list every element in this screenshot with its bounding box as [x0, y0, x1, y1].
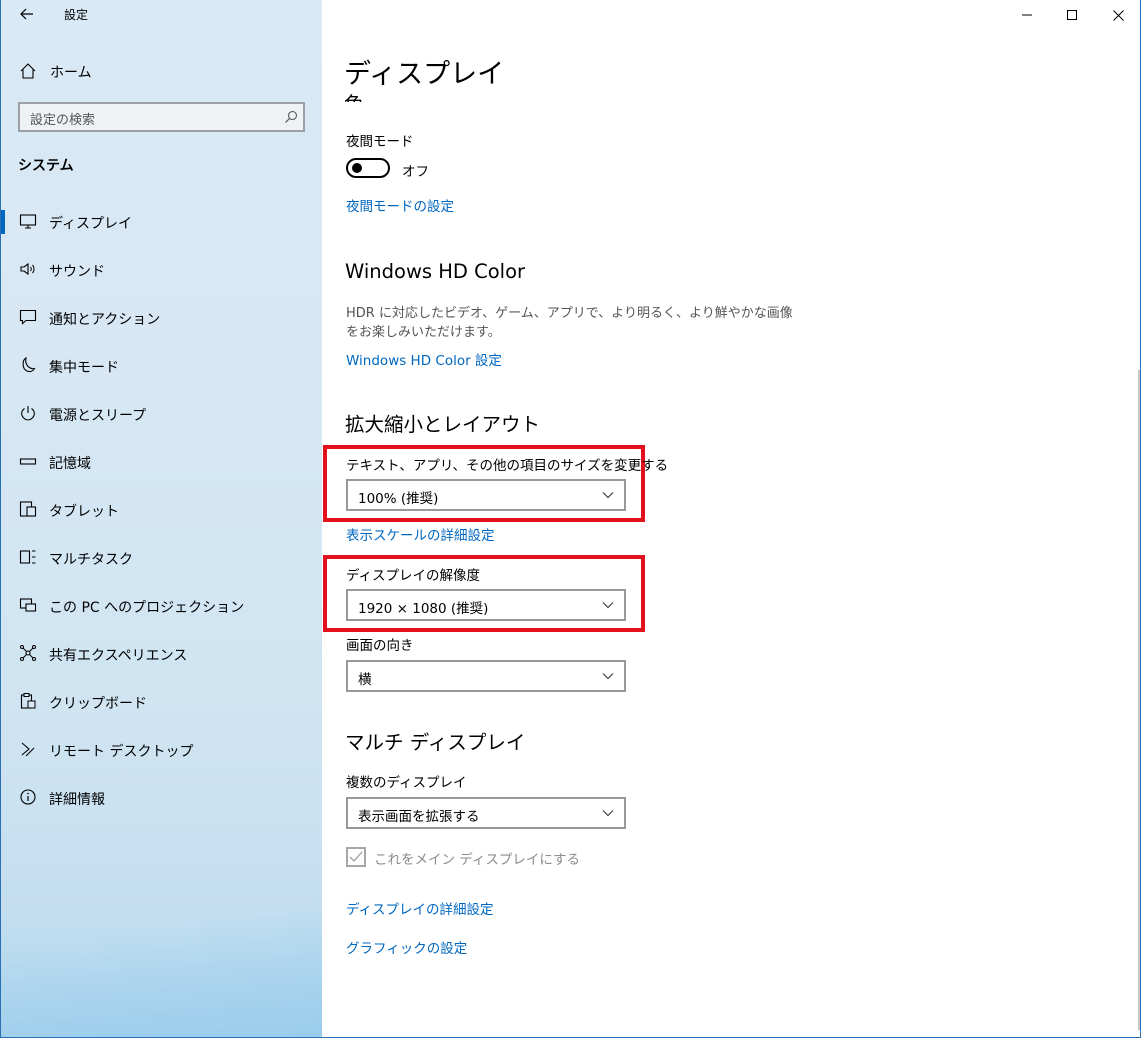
night-mode-toggle[interactable] [346, 158, 390, 178]
sidebar-item-projection[interactable]: この PC へのプロジェクション [1, 586, 322, 626]
chevron-down-icon [602, 673, 614, 680]
resolution-dropdown[interactable]: 1920 × 1080 (推奨) [346, 589, 626, 621]
graphics-settings-link[interactable]: グラフィックの設定 [346, 937, 467, 957]
tablet-icon [19, 501, 37, 517]
arrow-left-icon [20, 8, 33, 20]
active-indicator [1, 210, 5, 234]
sidebar-item-tablet[interactable]: タブレット [1, 490, 322, 530]
projection-icon [19, 598, 37, 612]
multi-display-label: 複数のディスプレイ [346, 775, 467, 791]
sidebar-item-focus-assist[interactable]: 集中モード [1, 346, 322, 386]
toggle-knob [352, 163, 362, 173]
sidebar-item-about[interactable]: 詳細情報 [1, 778, 322, 818]
moon-icon [22, 356, 36, 373]
power-icon [21, 406, 35, 421]
sidebar-item-label: 詳細情報 [49, 792, 105, 808]
text-size-value: 100% (推奨) [358, 491, 439, 507]
page-title: ディスプレイ [344, 59, 505, 90]
home-icon [20, 63, 36, 79]
scale-layout-heading: 拡大縮小とレイアウト [345, 413, 541, 436]
app-title: 設定 [64, 8, 89, 22]
sidebar-item-label: 通知とアクション [49, 312, 161, 328]
speaker-icon [20, 262, 35, 276]
search-input[interactable]: 設定の検索 [30, 109, 95, 128]
orientation-label: 画面の向き [346, 638, 414, 654]
main-content: ディスプレイ 色 夜間モード オフ 夜間モードの設定 Windows HD Co… [322, 0, 1140, 1037]
resolution-label: ディスプレイの解像度 [346, 568, 481, 584]
sidebar-background-glare [1, 898, 322, 1037]
orientation-dropdown[interactable]: 横 [346, 660, 626, 692]
text-size-label: テキスト、アプリ、その他の項目のサイズを変更する [346, 458, 669, 474]
sidebar-item-label: 電源とスリープ [49, 408, 147, 424]
section-heading-color: 色 [344, 88, 364, 102]
advanced-display-settings-link[interactable]: ディスプレイの詳細設定 [346, 898, 494, 918]
sidebar-item-power-sleep[interactable]: 電源とスリープ [1, 394, 322, 434]
search-box[interactable]: 設定の検索 [18, 102, 305, 132]
sidebar-item-label: 記憶域 [49, 456, 91, 472]
notification-icon [19, 309, 37, 325]
sidebar-item-label: ディスプレイ [49, 216, 133, 232]
search-icon [285, 110, 298, 123]
main-display-checkbox-label: これをメイン ディスプレイにする [374, 852, 580, 868]
advanced-scaling-link[interactable]: 表示スケールの詳細設定 [346, 524, 495, 544]
remote-desktop-icon [21, 742, 35, 757]
sidebar-item-label: マルチタスク [49, 552, 133, 568]
sidebar-item-label: 集中モード [49, 360, 119, 376]
multitask-icon [19, 550, 36, 564]
sidebar-item-remote-desktop[interactable]: リモート デスクトップ [1, 730, 322, 770]
multi-display-dropdown[interactable]: 表示画面を拡張する [346, 797, 626, 829]
sidebar-item-label: リモート デスクトップ [49, 744, 194, 760]
hdr-settings-link[interactable]: Windows HD Color 設定 [346, 349, 502, 369]
sidebar-item-label: サウンド [49, 264, 105, 280]
hdr-heading: Windows HD Color [345, 260, 526, 283]
sidebar-item-label: タブレット [49, 504, 119, 520]
orientation-value: 横 [358, 672, 372, 688]
share-icon [20, 645, 36, 661]
nav-home[interactable]: ホーム [1, 56, 322, 88]
sidebar-item-display[interactable]: ディスプレイ [1, 202, 322, 242]
multi-display-heading: マルチ ディスプレイ [345, 731, 526, 754]
sidebar-item-label: この PC へのプロジェクション [49, 600, 245, 616]
sidebar-item-storage[interactable]: 記憶域 [1, 442, 322, 482]
back-button[interactable] [13, 2, 41, 26]
settings-window: 設定 ホーム 設定の検索 システム ディスプレイ サウンド 通知とアクション 集… [0, 0, 1141, 1038]
sidebar-item-label: 共有エクスペリエンス [49, 648, 188, 664]
title-bar: 設定 [1, 0, 322, 30]
storage-icon [19, 458, 37, 465]
chevron-down-icon [602, 602, 614, 609]
monitor-icon [19, 214, 37, 229]
section-label: システム [18, 158, 74, 174]
multi-display-value: 表示画面を拡張する [358, 809, 480, 825]
chevron-down-icon [602, 810, 614, 817]
resolution-value: 1920 × 1080 (推奨) [358, 601, 489, 617]
sidebar-item-clipboard[interactable]: クリップボード [1, 682, 322, 722]
night-mode-settings-link[interactable]: 夜間モードの設定 [346, 195, 454, 215]
chevron-down-icon [602, 492, 614, 499]
text-size-dropdown[interactable]: 100% (推奨) [346, 479, 626, 511]
sidebar-item-shared-experiences[interactable]: 共有エクスペリエンス [1, 634, 322, 674]
hdr-description: HDR に対応したビデオ、ゲーム、アプリで、より明るく、より鮮やかな画像をお楽し… [346, 306, 793, 340]
sidebar: 設定 ホーム 設定の検索 システム ディスプレイ サウンド 通知とアクション 集… [1, 0, 322, 1037]
info-icon [20, 789, 36, 805]
night-mode-state: オフ [402, 164, 429, 180]
clipboard-icon [20, 693, 36, 709]
night-mode-label: 夜間モード [346, 134, 414, 150]
nav-home-label: ホーム [50, 65, 92, 81]
sidebar-item-multitasking[interactable]: マルチタスク [1, 538, 322, 578]
checkmark-icon [349, 851, 363, 863]
sidebar-item-label: クリップボード [49, 696, 147, 712]
sidebar-item-sound[interactable]: サウンド [1, 250, 322, 290]
scrollbar[interactable] [1138, 370, 1140, 1030]
sidebar-item-notifications[interactable]: 通知とアクション [1, 298, 322, 338]
main-display-checkbox[interactable] [346, 847, 366, 867]
